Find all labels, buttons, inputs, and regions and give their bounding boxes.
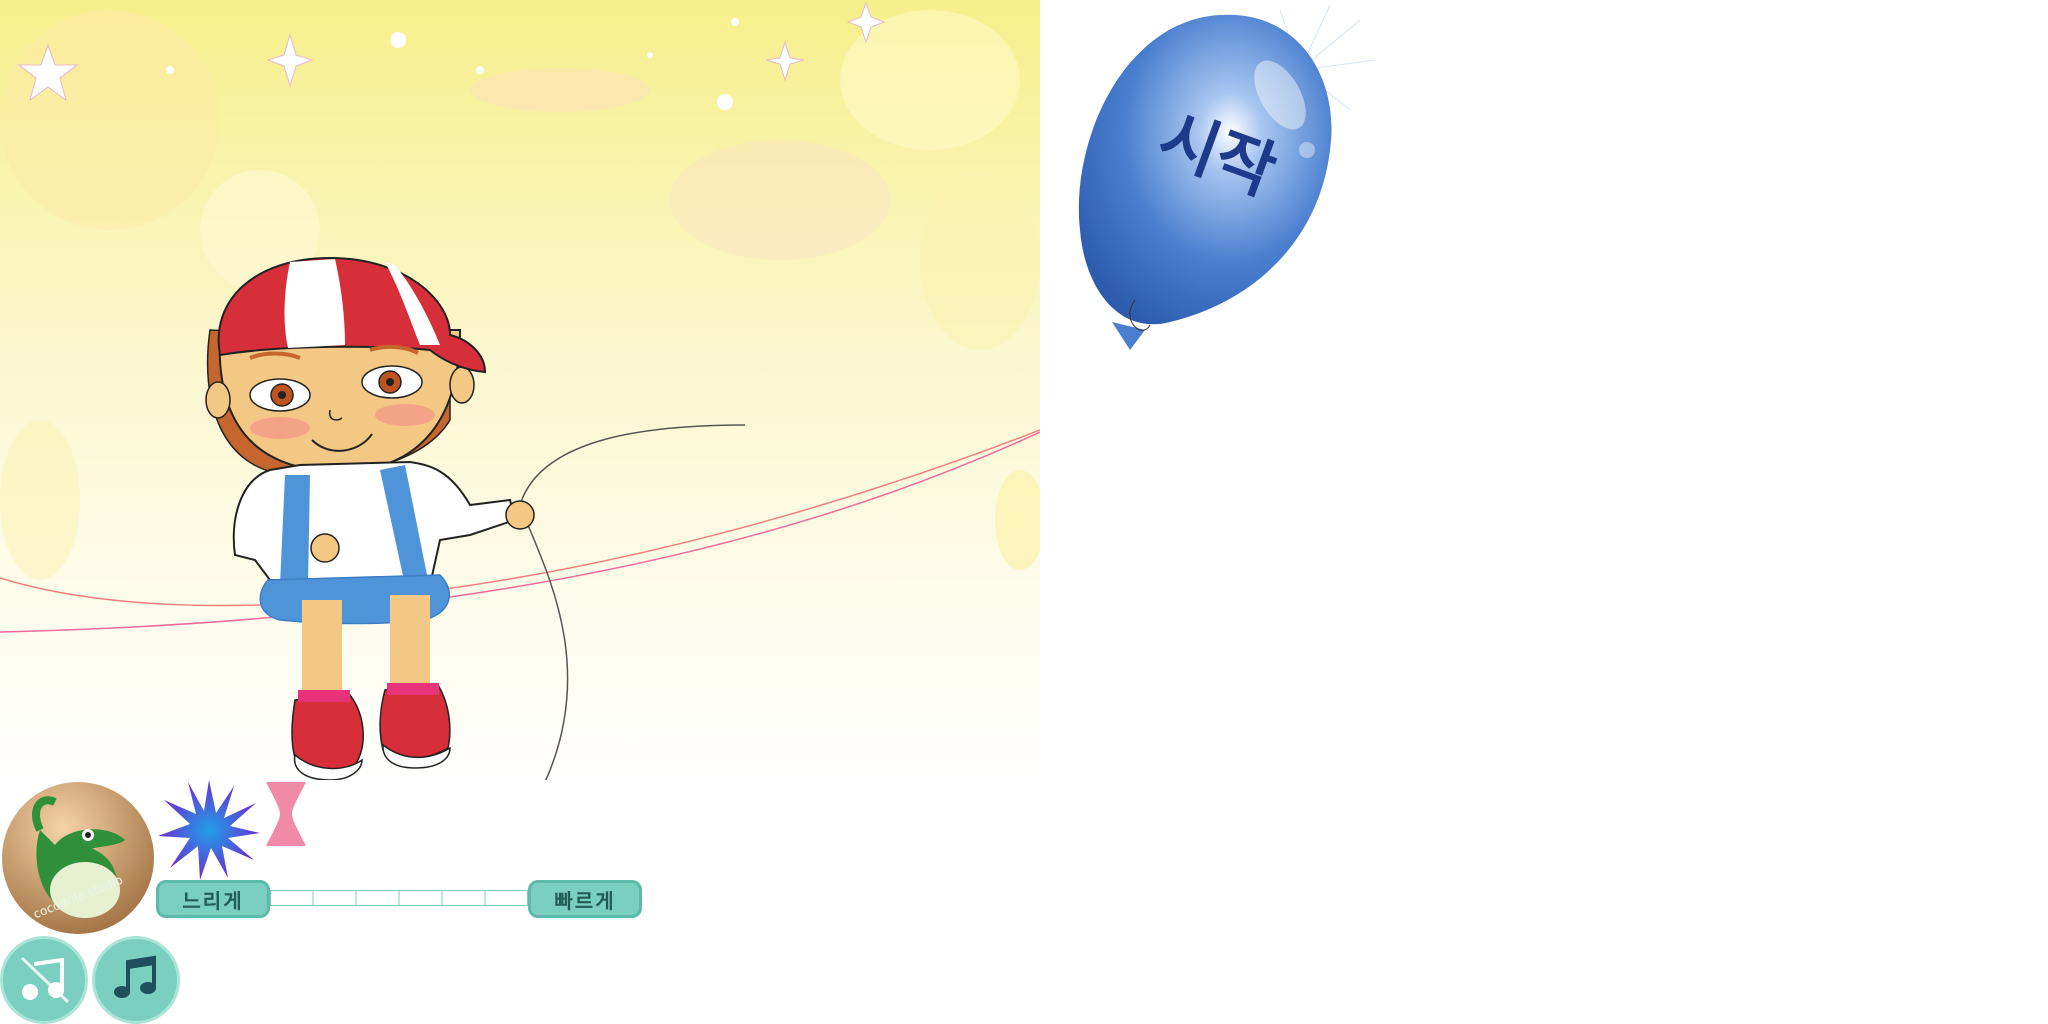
music-off-button[interactable] xyxy=(0,936,88,1024)
fast-speed-label: 빠르게 xyxy=(554,888,616,913)
scene-illustration xyxy=(0,0,1045,783)
game-scene xyxy=(0,0,1045,783)
music-on-icon xyxy=(114,955,156,998)
start-balloon-button[interactable]: 시작 xyxy=(1030,0,1410,370)
balloon-icon: 시작 xyxy=(1078,4,1376,350)
fast-speed-button[interactable]: 빠르게 xyxy=(528,880,642,918)
music-on-button[interactable] xyxy=(92,936,180,1024)
speed-slider[interactable] xyxy=(270,890,528,906)
hourglass-icon xyxy=(262,778,310,850)
slow-speed-button[interactable]: 느리게 xyxy=(156,880,270,918)
music-off-icon xyxy=(20,956,70,1004)
studio-logo[interactable]: cocodrilo studio xyxy=(0,780,156,936)
slow-speed-label: 느리게 xyxy=(182,888,244,913)
burst-star-icon xyxy=(156,778,262,882)
